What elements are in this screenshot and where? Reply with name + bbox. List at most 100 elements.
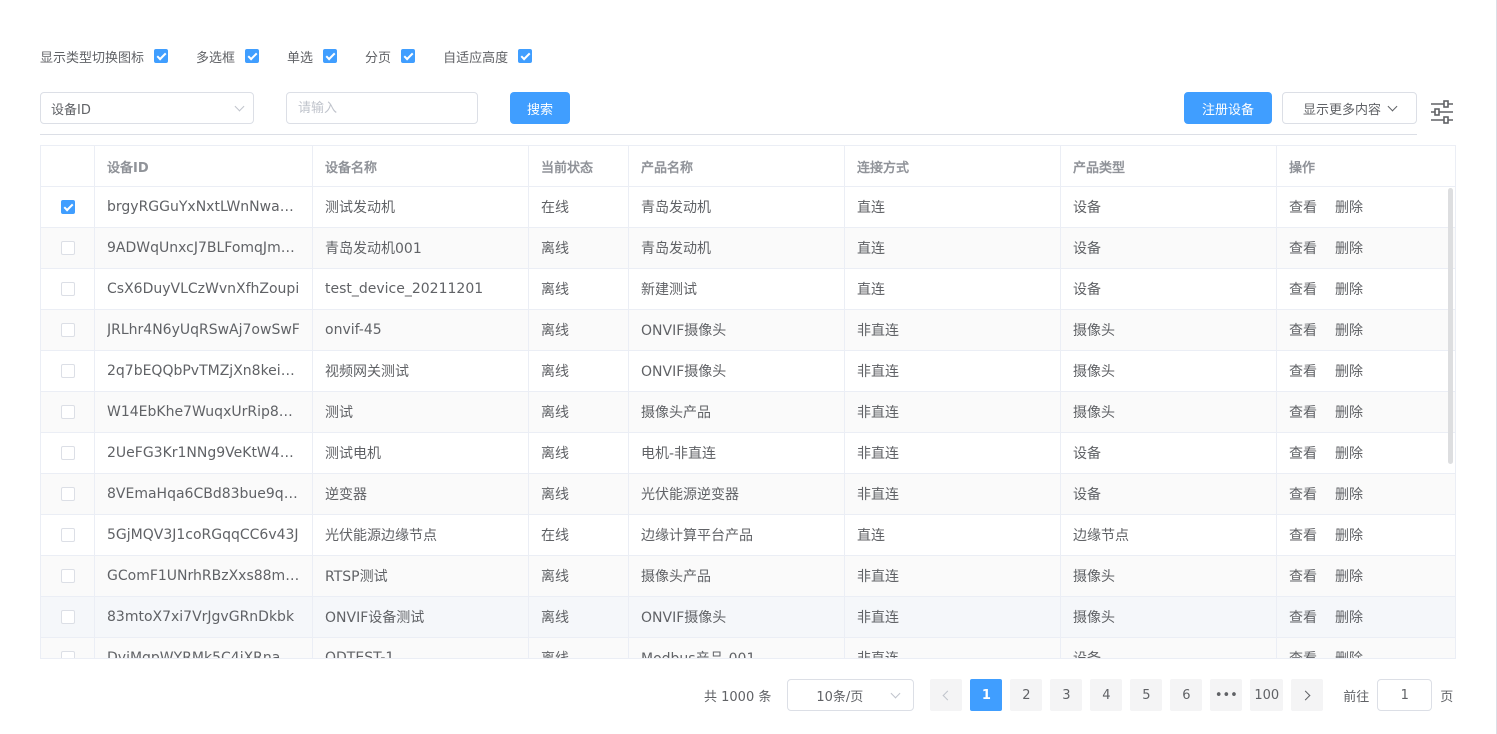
cell-product-type: 设备 xyxy=(1061,269,1277,309)
cell-product-name: 光伏能源逆变器 xyxy=(629,474,845,514)
table-row[interactable]: CsX6DuyVLCzWvnXfhZoupi test_device_202112… xyxy=(41,269,1455,310)
view-link[interactable]: 查看 xyxy=(1289,320,1317,340)
option-pagination[interactable]: 分页 xyxy=(365,47,416,66)
delete-link[interactable]: 删除 xyxy=(1335,566,1363,586)
option-type-switch-icon[interactable]: 显示类型切换图标 xyxy=(40,47,169,66)
view-link[interactable]: 查看 xyxy=(1289,566,1317,586)
row-checkbox[interactable] xyxy=(60,446,75,460)
table-row[interactable]: DviMqpWYRMk5C4iXRnad2s QDTEST-1 离线 Modbus产品… xyxy=(41,638,1455,658)
view-link[interactable]: 查看 xyxy=(1289,525,1317,545)
table-row[interactable]: 2UeFG3Kr1NNg9VeKtW4nQu 测试电机 离线 电机-非直连 非直连 设备 查… xyxy=(41,433,1455,474)
cell-device-id: W14EbKhe7WuqxUrRip84NG xyxy=(95,392,313,432)
more-pages-button[interactable]: ••• xyxy=(1210,679,1243,711)
show-more-button[interactable]: 显示更多内容 xyxy=(1282,92,1417,124)
search-input[interactable] xyxy=(286,92,478,124)
view-link[interactable]: 查看 xyxy=(1289,361,1317,381)
page-size-select[interactable]: 10条/页 xyxy=(787,679,915,711)
search-button[interactable]: 搜索 xyxy=(510,92,570,124)
device-table: 设备ID 设备名称 当前状态 产品名称 连接方式 产品类型 操作 brgyRGG… xyxy=(40,145,1456,659)
view-link[interactable]: 查看 xyxy=(1289,279,1317,299)
delete-link[interactable]: 删除 xyxy=(1335,402,1363,422)
option-single-select[interactable]: 单选 xyxy=(287,47,338,66)
table-row[interactable]: 9ADWqUnxcJ7BLFomqJmmfA 青岛发动机001 离线 青岛发动机 直连 设… xyxy=(41,228,1455,269)
table-row[interactable]: 8VEmaHqa6CBd83bue9q2VW 逆变器 离线 光伏能源逆变器 非直连 设备 查… xyxy=(41,474,1455,515)
checkbox[interactable] xyxy=(518,49,533,63)
page-button[interactable]: 5 xyxy=(1130,679,1163,711)
row-checkbox[interactable] xyxy=(60,200,75,214)
page-button[interactable]: 1 xyxy=(970,679,1003,711)
cell-device-name: 青岛发动机001 xyxy=(313,228,529,268)
goto-page-input[interactable] xyxy=(1377,679,1433,711)
cell-device-id: 2q7bEQQbPvTMZjXn8keimm xyxy=(95,351,313,391)
cell-product-type-text: 摄像头 xyxy=(1073,405,1115,421)
cell-device-id: DviMqpWYRMk5C4iXRnad2s xyxy=(95,638,313,658)
next-page-button[interactable] xyxy=(1291,679,1324,711)
table-row[interactable]: 5GjMQV3J1coRGqqCC6v43J 光伏能源边缘节点 在线 边缘计算平台产品… xyxy=(41,515,1455,556)
view-link[interactable]: 查看 xyxy=(1289,484,1317,504)
option-multi-select[interactable]: 多选框 xyxy=(196,47,260,66)
cell-device-id: 2UeFG3Kr1NNg9VeKtW4nQu xyxy=(95,433,313,473)
cell-product-name-text: ONVIF摄像头 xyxy=(641,364,727,380)
row-checkbox[interactable] xyxy=(60,569,75,583)
cell-device-name: RTSP测试 xyxy=(313,556,529,596)
checkbox[interactable] xyxy=(245,49,260,63)
delete-link[interactable]: 删除 xyxy=(1335,320,1363,340)
cell-status-text: 离线 xyxy=(541,323,569,339)
row-checkbox[interactable] xyxy=(60,364,75,378)
register-device-button[interactable]: 注册设备 xyxy=(1184,92,1272,124)
cell-connection: 直连 xyxy=(845,269,1061,309)
cell-connection: 非直连 xyxy=(845,392,1061,432)
page-button[interactable]: 3 xyxy=(1050,679,1083,711)
header-device-id: 设备ID xyxy=(95,146,313,186)
view-link[interactable]: 查看 xyxy=(1289,443,1317,463)
page-button[interactable]: 4 xyxy=(1090,679,1123,711)
row-checkbox[interactable] xyxy=(60,487,75,501)
pagination: 共 1000 条 10条/页 1 2 3 4 5 6 ••• 100 前往 页 xyxy=(704,679,1453,711)
table-row[interactable]: brgyRGGuYxNxtLWnNwaVo… 测试发动机 在线 青岛发动机 直连 设备 查看… xyxy=(41,187,1455,228)
view-link[interactable]: 查看 xyxy=(1289,607,1317,627)
option-auto-height[interactable]: 自适应高度 xyxy=(443,47,533,66)
cell-product-name-text: 电机-非直连 xyxy=(641,446,717,462)
row-checkbox[interactable] xyxy=(60,610,75,624)
delete-link[interactable]: 删除 xyxy=(1335,197,1363,217)
cell-connection-text: 非直连 xyxy=(857,446,899,462)
cell-product-name-text: ONVIF摄像头 xyxy=(641,323,727,339)
page-button[interactable]: 6 xyxy=(1170,679,1203,711)
cell-connection: 非直连 xyxy=(845,433,1061,473)
delete-link[interactable]: 删除 xyxy=(1335,648,1363,658)
column-settings-icon[interactable] xyxy=(1430,100,1454,124)
checkbox[interactable] xyxy=(323,49,338,63)
delete-link[interactable]: 删除 xyxy=(1335,443,1363,463)
delete-link[interactable]: 删除 xyxy=(1335,238,1363,258)
table-row[interactable]: W14EbKhe7WuqxUrRip84NG 测试 离线 摄像头产品 非直连 摄像头 查看删… xyxy=(41,392,1455,433)
cell-actions: 查看 删除 xyxy=(1277,556,1455,596)
checkbox[interactable] xyxy=(401,49,416,63)
page-button[interactable]: 100 xyxy=(1250,679,1284,711)
search-field-select[interactable]: 设备ID xyxy=(40,92,254,124)
checkbox[interactable] xyxy=(154,49,169,63)
row-checkbox[interactable] xyxy=(60,241,75,255)
view-link[interactable]: 查看 xyxy=(1289,238,1317,258)
prev-page-button[interactable] xyxy=(930,679,963,711)
row-checkbox[interactable] xyxy=(60,405,75,419)
table-row[interactable]: 83mtoX7xi7VrJgvGRnDkbk ONVIF设备测试 离线 ONVIF摄像… xyxy=(41,597,1455,638)
row-checkbox[interactable] xyxy=(60,528,75,542)
view-link[interactable]: 查看 xyxy=(1289,197,1317,217)
delete-link[interactable]: 删除 xyxy=(1335,279,1363,299)
page-button[interactable]: 2 xyxy=(1010,679,1043,711)
delete-link[interactable]: 删除 xyxy=(1335,361,1363,381)
row-checkbox[interactable] xyxy=(60,323,75,337)
view-link[interactable]: 查看 xyxy=(1289,648,1317,658)
view-link[interactable]: 查看 xyxy=(1289,402,1317,422)
cell-device-id: 83mtoX7xi7VrJgvGRnDkbk xyxy=(95,597,313,637)
cell-device-id: 9ADWqUnxcJ7BLFomqJmmfA xyxy=(95,228,313,268)
delete-link[interactable]: 删除 xyxy=(1335,607,1363,627)
delete-link[interactable]: 删除 xyxy=(1335,525,1363,545)
table-row[interactable]: GComF1UNrhRBzXxs88mT… RTSP测试 离线 摄像头产品 非直连 摄像头… xyxy=(41,556,1455,597)
row-checkbox[interactable] xyxy=(60,651,75,658)
table-scrollbar[interactable] xyxy=(1448,188,1453,464)
table-row[interactable]: JRLhr4N6yUqRSwAj7owSwF onvif-45 离线 ONVIF摄像头… xyxy=(41,310,1455,351)
row-checkbox[interactable] xyxy=(60,282,75,296)
table-row[interactable]: 2q7bEQQbPvTMZjXn8keimm 视频网关测试 离线 ONVIF摄像头 非直… xyxy=(41,351,1455,392)
delete-link[interactable]: 删除 xyxy=(1335,484,1363,504)
